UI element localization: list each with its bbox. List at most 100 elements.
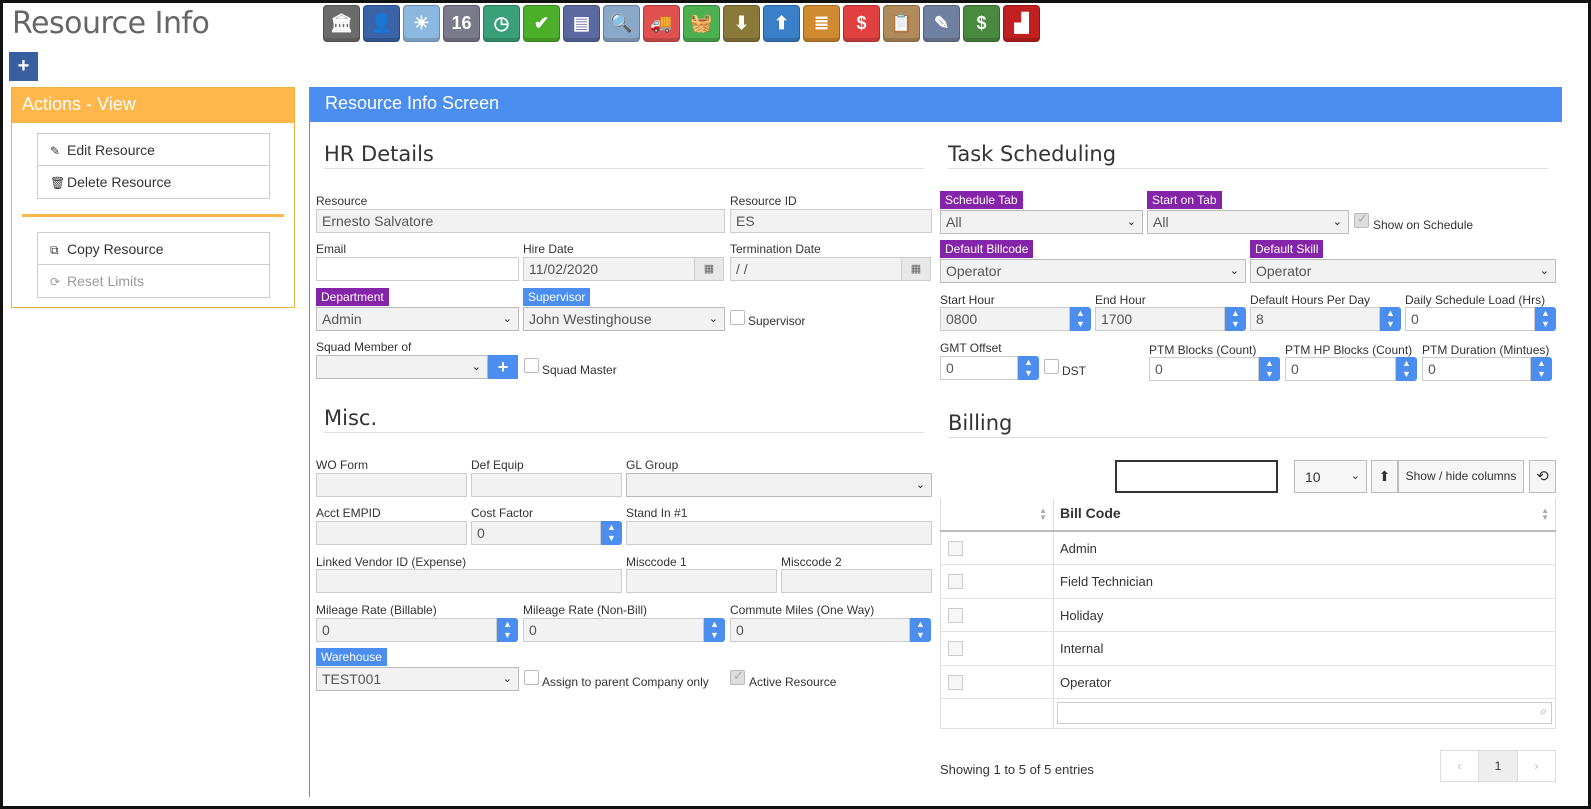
reset-limits-action[interactable]: ⟳ Reset Limits [38,265,269,297]
bill-code-filter-input[interactable] [1057,702,1552,724]
assign-parent-checkbox[interactable] [524,670,539,685]
reset-table-button[interactable]: ⟲ [1529,460,1556,493]
inbox-download-icon[interactable]: ⬇ [723,5,760,42]
factory-icon[interactable]: ▟ [1003,5,1040,42]
department-select[interactable]: Admin ⌄ [316,307,519,331]
clock-icon[interactable]: ◷ [483,5,520,42]
end-hour-input[interactable]: 1700 [1095,307,1225,331]
cost-factor-spinner[interactable]: ▲ ▼ [601,521,622,545]
resource-id-input[interactable]: ES [730,209,932,233]
table-search-input[interactable] [1115,460,1278,493]
edit-resource-label: Edit Resource [67,142,155,158]
table-row[interactable]: Operator [940,665,1556,699]
schedule-tab-select[interactable]: All ⌄ [940,210,1143,234]
row-checkbox[interactable] [948,540,963,556]
email-input[interactable] [316,257,519,281]
export-button[interactable]: ⬆ [1371,460,1398,493]
warehouse-select[interactable]: TEST001 ⌄ [316,667,519,691]
supervisor-select[interactable]: John Westinghouse ⌄ [523,307,725,331]
expand-button[interactable]: + [9,52,38,81]
linked-vendor-input[interactable] [316,569,622,593]
supervisor-checkbox[interactable] [730,310,745,325]
active-resource-checkbox[interactable] [730,668,745,685]
start-tab-select[interactable]: All ⌄ [1147,210,1349,234]
page-size-select[interactable]: 10 ⌄ [1294,460,1367,493]
gmt-offset-input[interactable]: 0 [940,356,1018,380]
bank-icon[interactable]: 🏛 [323,5,360,42]
misccode2-input[interactable] [781,569,932,593]
bill-code-column-header[interactable]: Bill Code ▲ ▼ [1054,498,1556,530]
gl-group-select[interactable]: ⌄ [626,473,932,497]
basket-icon[interactable]: 🧺 [683,5,720,42]
magnifier-icon[interactable]: 🔍 [603,5,640,42]
clipboard-icon[interactable]: 📋 [883,5,920,42]
commute-input[interactable]: 0 [730,618,910,642]
schedule-board-icon[interactable]: ▤ [563,5,600,42]
previous-page-button[interactable]: ‹ [1441,751,1480,781]
daily-load-input[interactable]: 0 [1405,307,1535,331]
commute-spinner[interactable]: ▲ ▼ [910,618,931,642]
default-hours-spinner[interactable]: ▲ ▼ [1380,307,1401,331]
calendar-icon[interactable]: ▦ [694,257,724,281]
warehouse-label: Warehouse [316,648,387,666]
show-on-schedule-checkbox[interactable] [1354,211,1369,228]
ptm-duration-input[interactable]: 0 [1422,357,1531,381]
start-hour-input[interactable]: 0800 [940,307,1070,331]
mileage-nonbill-input[interactable]: 0 [523,618,704,642]
table-row[interactable]: Field Technician [940,565,1556,599]
edit-resource-action[interactable]: ✎ Edit Resource [38,134,269,166]
default-billcode-select[interactable]: Operator ⌄ [940,259,1246,283]
default-hours-input[interactable]: 8 [1250,307,1380,331]
calendar-icon[interactable]: 16 [443,5,480,42]
def-equip-input[interactable] [471,473,622,497]
weather-icon[interactable]: ☀ [403,5,440,42]
hire-date-input[interactable]: 11/02/2020 [523,257,695,281]
gmt-offset-spinner[interactable]: ▲ ▼ [1018,356,1039,380]
next-page-button[interactable]: › [1518,751,1555,781]
user-icon[interactable]: 👤 [363,5,400,42]
default-skill-select[interactable]: Operator ⌄ [1250,259,1556,283]
outbox-upload-icon[interactable]: ⬆ [763,5,800,42]
stand-in-input[interactable] [626,521,932,545]
end-hour-spinner[interactable]: ▲ ▼ [1225,307,1246,331]
cash-icon[interactable]: $ [963,5,1000,42]
ptm-blocks-input[interactable]: 0 [1149,357,1259,381]
table-row[interactable]: Admin [940,531,1556,565]
row-checkbox[interactable] [948,674,963,690]
mileage-billable-input[interactable]: 0 [316,618,497,642]
squad-select[interactable]: ⌄ [316,355,488,379]
start-hour-spinner[interactable]: ▲ ▼ [1070,307,1091,331]
squad-master-checkbox[interactable] [524,358,539,373]
table-row[interactable]: Holiday [940,598,1556,632]
termination-date-input[interactable]: / / [730,257,902,281]
row-checkbox[interactable] [948,574,963,589]
pencil-note-icon[interactable]: ✎ [923,5,960,42]
acct-empid-input[interactable] [316,521,467,545]
page-1-button[interactable]: 1 [1479,751,1518,781]
mileage-billable-spinner[interactable]: ▲ ▼ [497,618,518,642]
dst-checkbox[interactable] [1044,359,1059,374]
ptm-hp-blocks-spinner[interactable]: ▲ ▼ [1396,357,1417,381]
table-row[interactable]: Internal [940,632,1556,666]
ptm-hp-blocks-input[interactable]: 0 [1285,357,1396,381]
resource-input[interactable]: Ernesto Salvatore [316,209,725,233]
ptm-blocks-spinner[interactable]: ▲ ▼ [1259,357,1280,381]
truck-icon[interactable]: 🚚 [643,5,680,42]
row-checkbox[interactable] [948,607,963,623]
select-column-header[interactable]: ▲ ▼ [940,498,1054,530]
cost-factor-input[interactable]: 0 [471,521,601,545]
misccode1-input[interactable] [626,569,777,593]
calendar-icon[interactable]: ▦ [901,257,931,281]
checkmark-icon[interactable]: ✔ [523,5,560,42]
row-checkbox[interactable] [948,641,963,656]
mileage-nonbill-spinner[interactable]: ▲ ▼ [704,618,725,642]
add-squad-button[interactable]: + [488,355,518,379]
ptm-duration-spinner[interactable]: ▲ ▼ [1531,357,1552,381]
money-chat-icon[interactable]: $ [843,5,880,42]
stack-icon[interactable]: ≣ [803,5,840,42]
daily-load-spinner[interactable]: ▲ ▼ [1535,307,1556,331]
copy-resource-action[interactable]: ⧉ Copy Resource [38,233,269,265]
delete-resource-action[interactable]: 🗑 Delete Resource [38,166,269,198]
show-hide-columns-button[interactable]: Show / hide columns [1398,460,1524,493]
wo-form-input[interactable] [316,473,467,497]
